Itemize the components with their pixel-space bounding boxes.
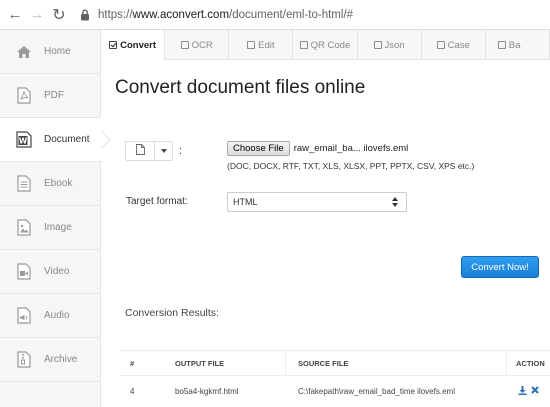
home-icon — [14, 42, 34, 62]
checkbox-icon — [299, 41, 308, 49]
sidebar-item-ebook[interactable]: Ebook — [0, 162, 100, 206]
sidebar-item-label: Image — [44, 222, 72, 233]
file-source-selector: : — [125, 141, 182, 161]
back-arrow-icon[interactable]: ← — [4, 4, 26, 26]
category-sidebar: Home PDF W Document Ebook Image Video Au… — [0, 30, 101, 407]
sidebar-item-label: Home — [44, 46, 71, 57]
selected-file-name: raw_email_ba... ilovefs.eml — [293, 143, 409, 154]
checkbox-checked-icon — [109, 41, 118, 49]
sidebar-item-label: Archive — [44, 354, 78, 365]
word-document-icon: W — [14, 130, 34, 150]
source-colon: : — [179, 145, 183, 157]
row-number: 4 — [130, 386, 135, 396]
ebook-icon — [14, 174, 34, 194]
download-icon[interactable] — [518, 385, 527, 397]
sidebar-item-label: Video — [44, 266, 70, 277]
tab-ocr[interactable]: OCR — [165, 30, 230, 60]
archive-icon — [14, 350, 34, 370]
sidebar-item-image[interactable]: Image — [0, 206, 100, 250]
sidebar-item-pdf[interactable]: PDF — [0, 74, 100, 118]
page-title: Convert document files online — [115, 77, 366, 98]
file-input: Choose File raw_email_ba... ilovefs.eml — [227, 141, 408, 156]
sidebar-item-video[interactable]: Video — [0, 250, 100, 294]
target-format-label: Target format: — [126, 196, 188, 207]
image-icon — [14, 218, 34, 238]
column-header-number: # — [130, 358, 135, 368]
tab-label: Ba — [508, 39, 521, 51]
reload-icon[interactable]: ↻ — [48, 4, 70, 26]
audio-icon — [14, 306, 34, 326]
pdf-icon — [14, 86, 34, 106]
checkbox-icon — [436, 41, 445, 49]
tab-json[interactable]: Json — [358, 30, 422, 60]
tab-case[interactable]: Case — [422, 30, 486, 60]
delete-icon[interactable] — [531, 386, 539, 396]
row-actions — [518, 376, 539, 406]
table-header-row: # OUTPUT FILE SOURCE FILE ACTION — [120, 350, 550, 376]
tool-tabs: Convert OCR Edit QR Code Json Case Ba — [101, 30, 550, 61]
column-header-action: ACTION — [516, 358, 545, 368]
tab-convert[interactable]: Convert — [101, 30, 166, 61]
source-dropdown-toggle[interactable] — [155, 141, 173, 161]
tab-edit[interactable]: Edit — [229, 30, 294, 60]
url-scheme: https:// — [98, 8, 133, 21]
tab-qr-code[interactable]: QR Code — [293, 30, 358, 60]
select-arrows-icon — [392, 197, 398, 208]
file-icon — [135, 142, 145, 160]
target-format-value: HTML — [233, 197, 258, 207]
checkbox-icon — [180, 41, 189, 49]
column-header-source-file: SOURCE FILE — [298, 358, 349, 368]
url-host: www.aconvert.com — [132, 8, 230, 21]
tab-label: QR Code — [310, 39, 351, 51]
browser-toolbar: ← → ↻ https://www.aconvert.com/document/… — [0, 0, 550, 30]
column-header-output-file: OUTPUT FILE — [175, 358, 225, 368]
column-divider — [506, 351, 507, 375]
tab-label: OCR — [191, 39, 213, 51]
choose-file-button[interactable]: Choose File — [227, 141, 290, 156]
conversion-results-label: Conversion Results: — [125, 307, 219, 319]
svg-text:W: W — [19, 137, 28, 146]
sidebar-item-archive[interactable]: Archive — [0, 338, 100, 382]
tab-label: Json — [384, 39, 405, 51]
convert-now-button[interactable]: Convert Now! — [461, 256, 539, 278]
source-file-path: C:\fakepath\raw_email_bad_time ilovefs.e… — [298, 386, 455, 396]
sidebar-item-label: Document — [44, 134, 90, 145]
tab-label: Convert — [120, 39, 157, 51]
sidebar-item-document[interactable]: W Document — [0, 118, 101, 162]
checkbox-icon — [373, 41, 382, 49]
local-file-button[interactable] — [125, 141, 155, 161]
sidebar-item-label: Audio — [44, 310, 70, 321]
results-table: # OUTPUT FILE SOURCE FILE ACTION 4 bo5a4… — [120, 350, 550, 406]
table-row: 4 bo5a4-kgkmf.html C:\fakepath\raw_email… — [120, 376, 550, 406]
checkbox-icon — [247, 41, 256, 49]
sidebar-item-label: PDF — [44, 90, 64, 101]
target-format-select[interactable]: HTML — [227, 192, 407, 212]
tab-base[interactable]: Ba — [486, 30, 550, 60]
video-icon — [14, 262, 34, 282]
address-bar[interactable]: https://www.aconvert.com/document/eml-to… — [98, 9, 353, 21]
caret-down-icon — [160, 149, 167, 153]
column-divider — [285, 351, 286, 375]
lock-icon — [78, 8, 92, 22]
output-file-link[interactable]: bo5a4-kgkmf.html — [175, 376, 239, 406]
forward-arrow-icon[interactable]: → — [26, 4, 48, 26]
sidebar-item-home[interactable]: Home — [0, 30, 100, 74]
sidebar-item-audio[interactable]: Audio — [0, 294, 100, 338]
tab-label: Edit — [258, 39, 275, 51]
tab-label: Case — [447, 39, 470, 51]
checkbox-icon — [497, 41, 506, 49]
url-path: /document/eml-to-html/# — [229, 8, 354, 21]
sidebar-item-label: Ebook — [44, 178, 73, 189]
supported-formats-hint: (DOC, DOCX, RTF, TXT, XLS, XLSX, PPT, PP… — [227, 161, 475, 171]
